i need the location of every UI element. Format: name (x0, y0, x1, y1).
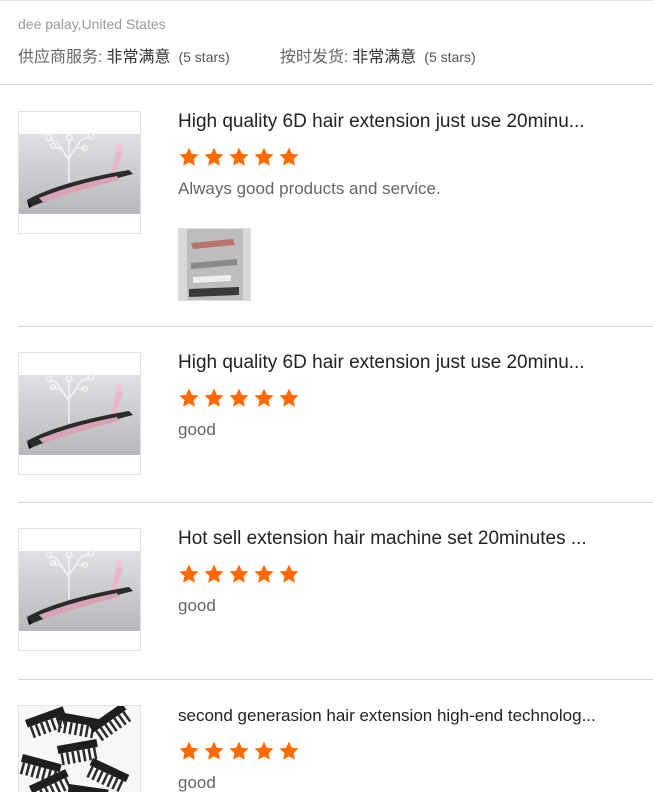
product-thumbnail[interactable] (18, 528, 141, 651)
review-item: High quality 6D hair extension just use … (18, 327, 653, 503)
hair-extension-tool-image (19, 549, 140, 631)
reviewer-header: dee palay,United States 供应商服务: 非常满意 (5 s… (0, 1, 653, 85)
review-photo-attachment[interactable] (178, 228, 251, 301)
star-icon (229, 147, 249, 166)
hair-extension-tool-image (19, 132, 140, 214)
star-icon (179, 564, 199, 583)
review-item: High quality 6D hair extension just use … (18, 86, 653, 327)
rating-label: 供应商服务: (18, 49, 103, 66)
review-content: second generasion hair extension high-en… (178, 704, 605, 792)
product-title[interactable]: second generasion hair extension high-en… (178, 704, 605, 728)
rating-stars-text: (5 stars) (178, 49, 230, 65)
hair-extension-tool-image (19, 373, 140, 455)
rating-value: 非常满意 (352, 49, 417, 66)
star-icon (229, 564, 249, 583)
review-comment: good (178, 596, 216, 615)
review-content: Hot sell extension hair machine set 20mi… (178, 527, 605, 617)
rating-stars (178, 563, 605, 585)
star-icon (204, 564, 224, 583)
hair-clips-pile-image (19, 706, 140, 792)
star-icon (254, 741, 274, 760)
star-icon (179, 741, 199, 760)
product-thumbnail[interactable] (18, 352, 141, 475)
review-comment: Always good products and service. (178, 179, 441, 198)
product-title[interactable]: High quality 6D hair extension just use … (178, 351, 605, 375)
seller-ratings: 供应商服务: 非常满意 (5 stars) 按时发货: 非常满意 (5 star… (18, 43, 635, 67)
rating-stars-text: (5 stars) (424, 49, 476, 65)
shipping-on-time-rating: 按时发货: 非常满意 (5 stars) (280, 43, 476, 67)
product-thumbnail[interactable] (18, 705, 141, 792)
product-title[interactable]: High quality 6D hair extension just use … (178, 110, 605, 134)
review-content: High quality 6D hair extension just use … (178, 110, 605, 200)
star-icon (204, 741, 224, 760)
star-icon (279, 741, 299, 760)
rating-value: 非常满意 (106, 49, 171, 66)
reviewer-name-country: dee palay,United States (18, 16, 166, 32)
review-item: second generasion hair extension high-en… (18, 680, 653, 792)
star-icon (254, 147, 274, 166)
star-icon (204, 388, 224, 407)
review-content: High quality 6D hair extension just use … (178, 351, 605, 441)
star-icon (179, 388, 199, 407)
star-icon (279, 147, 299, 166)
star-icon (254, 388, 274, 407)
rating-label: 按时发货: (279, 49, 349, 66)
review-item: Hot sell extension hair machine set 20mi… (18, 503, 653, 680)
star-icon (229, 388, 249, 407)
star-icon (179, 147, 199, 166)
rating-stars (178, 146, 605, 168)
star-icon (279, 564, 299, 583)
star-icon (254, 564, 274, 583)
review-comment: good (178, 420, 216, 439)
star-icon (229, 741, 249, 760)
product-title[interactable]: Hot sell extension hair machine set 20mi… (178, 527, 605, 551)
supplier-service-rating: 供应商服务: 非常满意 (5 stars) (18, 43, 230, 67)
rating-stars (178, 740, 605, 762)
rating-stars (178, 387, 605, 409)
feedback-page: dee palay,United States 供应商服务: 非常满意 (5 s… (0, 0, 653, 792)
star-icon (204, 147, 224, 166)
star-icon (279, 388, 299, 407)
photo-thumbnail-image (179, 229, 250, 300)
review-comment: good (178, 773, 216, 792)
product-thumbnail[interactable] (18, 111, 141, 234)
